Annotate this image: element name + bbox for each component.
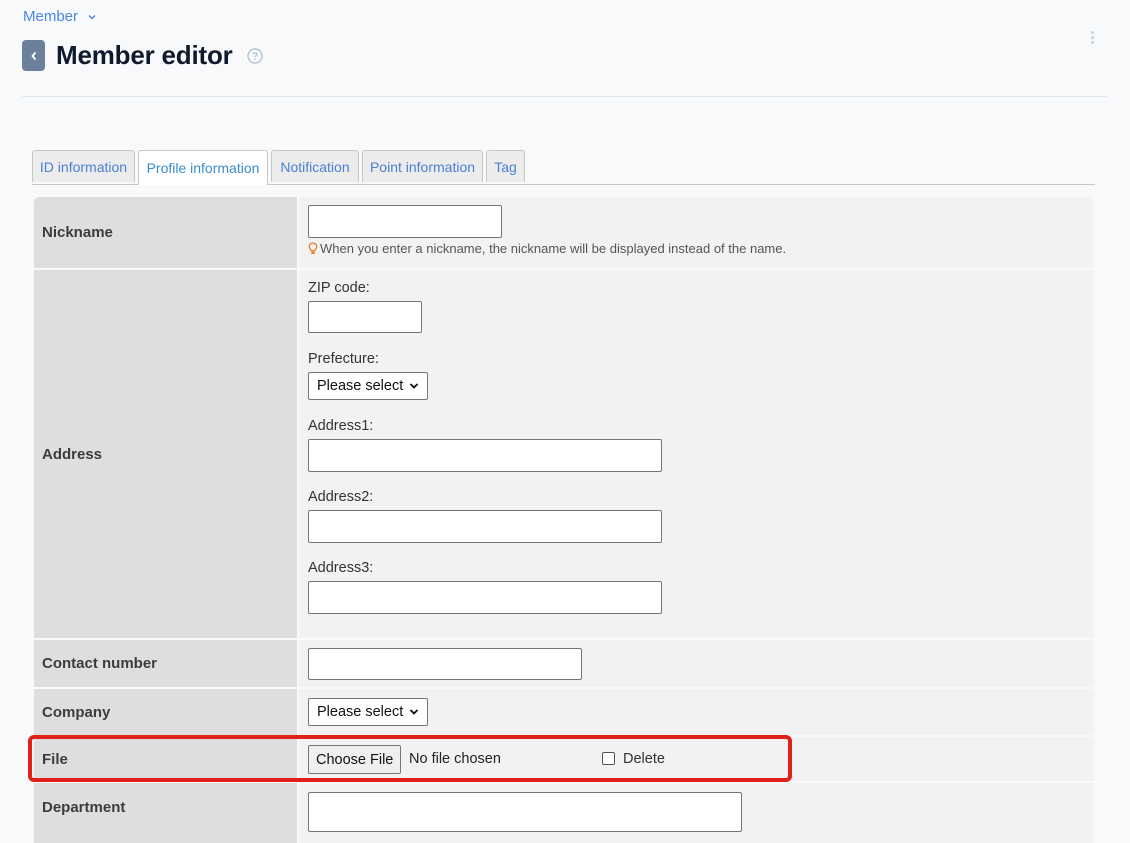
chevron-down-icon — [410, 383, 419, 389]
more-options-icon[interactable] — [1088, 31, 1096, 45]
nickname-input[interactable] — [308, 205, 502, 238]
help-icon[interactable] — [246, 47, 263, 64]
address3-input[interactable] — [308, 581, 662, 614]
nickname-hint-text: When you enter a nickname, the nickname … — [320, 241, 787, 256]
department-label: Department — [34, 783, 297, 843]
delete-checkbox[interactable] — [602, 752, 615, 765]
address3-label: Address3: — [308, 560, 374, 576]
row-company: Company Please select — [34, 689, 1094, 735]
lightbulb-icon — [308, 242, 318, 254]
row-department: Department — [34, 783, 1094, 843]
tab-label: Point information — [369, 158, 476, 175]
page-title: Member editor — [56, 40, 233, 70]
row-contact-number: Contact number — [34, 640, 1094, 687]
tab-id-information[interactable]: ID information — [32, 150, 135, 182]
tab-label: Notification — [280, 158, 350, 175]
header-divider — [22, 96, 1107, 97]
tab-notification[interactable]: Notification — [271, 150, 359, 182]
department-input[interactable] — [308, 792, 742, 832]
tab-tag[interactable]: Tag — [486, 150, 525, 182]
company-value: Please select — [317, 704, 404, 720]
zip-input[interactable] — [308, 301, 422, 333]
file-label: File — [34, 737, 297, 781]
tab-label: Tag — [494, 158, 517, 175]
address1-label: Address1: — [308, 418, 374, 434]
address-label: Address — [34, 270, 297, 638]
address2-label: Address2: — [308, 489, 374, 505]
row-address: Address ZIP code: Prefecture: Please sel… — [34, 270, 1094, 638]
chevron-down-icon — [410, 709, 419, 715]
tab-label: ID information — [39, 158, 128, 175]
row-nickname: Nickname When you enter a nickname, the … — [34, 197, 1094, 268]
delete-label[interactable]: Delete — [623, 751, 665, 767]
row-file: File Choose File No file chosen Delete — [34, 737, 1094, 781]
prefecture-value: Please select — [317, 378, 404, 394]
breadcrumb-label: Member — [23, 8, 79, 25]
tab-label: Profile information — [146, 160, 260, 176]
tab-bar: ID information Profile information Notif… — [32, 150, 1095, 185]
back-button[interactable] — [22, 40, 45, 71]
chevron-down-icon — [88, 14, 96, 19]
company-select[interactable]: Please select — [308, 698, 428, 726]
prefecture-select[interactable]: Please select — [308, 372, 428, 400]
address2-input[interactable] — [308, 510, 662, 543]
chevron-left-icon — [30, 51, 36, 60]
choose-file-button[interactable]: Choose File — [308, 745, 402, 774]
address1-input[interactable] — [308, 439, 662, 472]
breadcrumb-member[interactable]: Member — [23, 8, 98, 25]
tab-point-information[interactable]: Point information — [362, 150, 483, 182]
nickname-hint: When you enter a nickname, the nickname … — [308, 241, 786, 256]
contact-number-label: Contact number — [34, 640, 297, 687]
prefecture-label: Prefecture: — [308, 351, 379, 367]
tab-profile-information[interactable]: Profile information — [138, 150, 268, 185]
file-status: No file chosen — [409, 751, 501, 767]
company-label: Company — [34, 689, 297, 735]
page-header: Member editor — [22, 40, 263, 71]
zip-label: ZIP code: — [308, 280, 370, 296]
contact-number-input[interactable] — [308, 648, 582, 680]
nickname-label: Nickname — [34, 197, 297, 268]
